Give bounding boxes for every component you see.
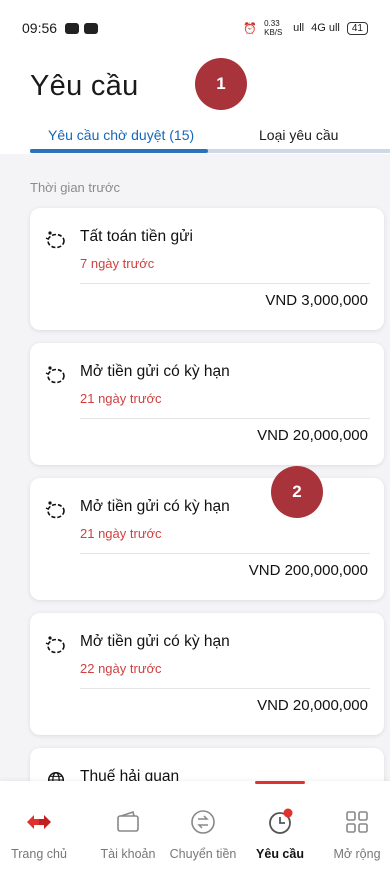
- globe-icon: [48, 772, 64, 781]
- bottom-nav: Trang chủ Tài khoản Chuyển tiền Yêu cầu: [0, 781, 390, 878]
- nav-label-transfer: Chuyển tiền: [169, 847, 237, 861]
- net-speed: 0.33 KB/S: [264, 19, 283, 37]
- nav-label-home: Trang chủ: [11, 847, 67, 861]
- request-amount: VND 20,000,000: [257, 427, 368, 444]
- wallet-icon: [117, 810, 139, 832]
- piggy-bank-icon: [45, 501, 65, 519]
- transfer-icon: [191, 810, 215, 834]
- request-title: Mở tiền gửi có kỳ hạn: [80, 363, 230, 380]
- section-label: Thời gian trước: [30, 180, 121, 195]
- nav-item-transfer[interactable]: Chuyển tiền: [164, 781, 242, 878]
- status-right: ⏰ 0.33 KB/S ull 4G ull 41: [243, 19, 368, 37]
- signal-4g-icon: 4G ull: [311, 22, 340, 34]
- request-title: Tất toán tiền gửi: [80, 228, 193, 245]
- card-divider: [80, 553, 370, 554]
- request-amount: VND 20,000,000: [257, 697, 368, 714]
- nav-label-account: Tài khoản: [100, 847, 156, 861]
- nav-item-account[interactable]: Tài khoản: [89, 781, 167, 878]
- request-time-ago: 7 ngày trước: [80, 256, 155, 271]
- request-title: Mở tiền gửi có kỳ hạn: [80, 633, 230, 650]
- tab-request-types[interactable]: Loại yêu cầu: [259, 127, 338, 143]
- request-card[interactable]: Mở tiền gửi có kỳ hạn 21 ngày trước VND …: [30, 343, 384, 465]
- request-time-ago: 21 ngày trước: [80, 526, 162, 541]
- nav-item-home[interactable]: Trang chủ: [0, 781, 78, 878]
- request-time-ago: 21 ngày trước: [80, 391, 162, 406]
- message-icon: [65, 22, 80, 34]
- tab-bar: Yêu cầu chờ duyệt (15) Loại yêu cầu: [30, 127, 390, 155]
- nav-label-requests: Yêu cầu: [256, 847, 304, 861]
- request-title: Mở tiền gửi có kỳ hạn: [80, 498, 230, 515]
- notification-icons: [65, 22, 99, 34]
- alarm-icon: ⏰: [243, 22, 258, 35]
- piggy-bank-icon: [45, 366, 65, 384]
- request-card[interactable]: Thuế hải quan: [30, 748, 384, 781]
- tab-pending-requests[interactable]: Yêu cầu chờ duyệt (15): [48, 127, 194, 143]
- request-amount: VND 3,000,000: [265, 292, 368, 309]
- request-card[interactable]: Mở tiền gửi có kỳ hạn 22 ngày trước VND …: [30, 613, 384, 735]
- annotation-badge-1: 1: [195, 58, 247, 110]
- request-amount: VND 200,000,000: [248, 562, 368, 579]
- header: Yêu cầu 1 Yêu cầu chờ duyệt (15) Loại yê…: [0, 56, 390, 154]
- request-card[interactable]: Mở tiền gửi có kỳ hạn 21 ngày trước VND …: [30, 478, 384, 600]
- signal-icon: ull: [293, 22, 305, 34]
- annotation-badge-2: 2: [271, 466, 323, 518]
- request-time-ago: 22 ngày trước: [80, 661, 162, 676]
- grid-icon: [346, 811, 368, 833]
- nav-item-more[interactable]: Mở rộng: [318, 781, 390, 878]
- request-list[interactable]: Thời gian trước Tất toán tiền gửi 7 ngày…: [0, 154, 390, 781]
- battery-icon: 41: [346, 21, 368, 35]
- home-logo-icon: [27, 815, 51, 829]
- clock-icon: [269, 808, 293, 834]
- card-divider: [80, 283, 370, 284]
- page-title: Yêu cầu: [30, 70, 139, 102]
- request-title: Thuế hải quan: [80, 768, 180, 781]
- request-card[interactable]: Tất toán tiền gửi 7 ngày trước VND 3,000…: [30, 208, 384, 330]
- card-divider: [80, 418, 370, 419]
- card-divider: [80, 688, 370, 689]
- piggy-bank-icon: [45, 231, 65, 249]
- nav-item-requests[interactable]: Yêu cầu: [241, 781, 319, 878]
- tab-active-indicator: [30, 149, 208, 153]
- piggy-bank-icon: [45, 636, 65, 654]
- status-time: 09:56: [22, 20, 58, 36]
- status-bar: 09:56 ⏰ 0.33 KB/S ull 4G ull 41: [0, 0, 390, 56]
- nav-label-more: Mở rộng: [333, 847, 381, 861]
- app-notification-icon: [84, 22, 99, 34]
